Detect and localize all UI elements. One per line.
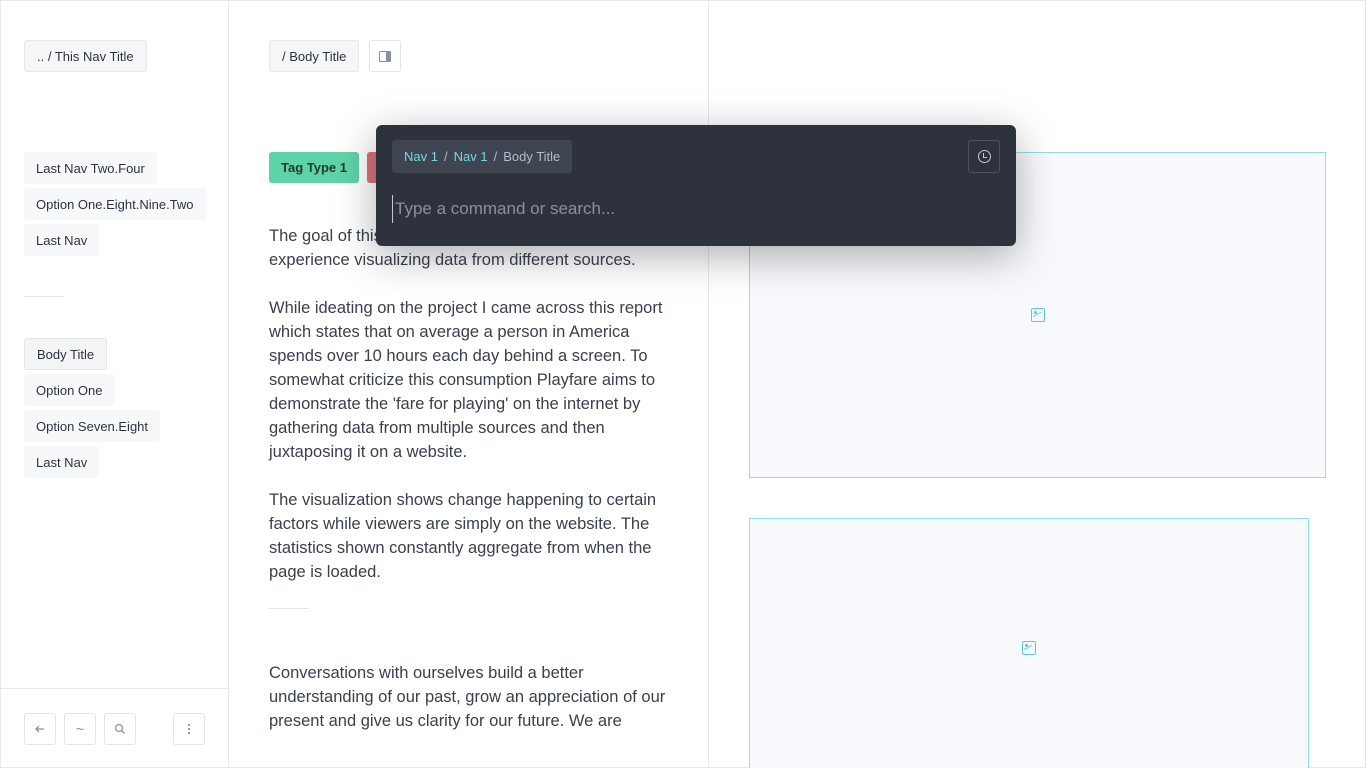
article-paragraph: The visualization shows change happening… — [269, 491, 657, 581]
home-button[interactable]: ~ — [64, 713, 96, 745]
media-panel — [709, 0, 1366, 768]
breadcrumb-link-nav-1[interactable]: Nav 1 — [404, 149, 438, 164]
back-button[interactable] — [24, 713, 56, 745]
tag-type-1[interactable]: Tag Type 1 — [269, 152, 359, 183]
history-icon — [977, 150, 991, 163]
sidebar-footer: ~ — [0, 688, 228, 768]
palette-breadcrumb: Nav 1 / Nav 1 / Body Title — [392, 140, 573, 173]
breadcrumb-current: Body Title — [503, 149, 561, 164]
sidebar-item-body-title[interactable]: Body Title — [24, 338, 108, 370]
breadcrumb-link-nav-1-second[interactable]: Nav 1 — [454, 149, 488, 164]
sidebar-nav-group-1: Last Nav Two.Four Option One.Eight.Nine.… — [24, 152, 206, 256]
body-column: / Body Title Tag Type 1 The goal of this… — [229, 0, 709, 768]
search-button[interactable] — [104, 713, 136, 745]
image-icon — [1030, 308, 1045, 322]
article-paragraph: Conversations with ourselves build a bet… — [269, 664, 666, 730]
sidebar-nav-group-2: Body Title Option One Option Seven.Eight… — [24, 338, 161, 478]
panel-right-icon — [379, 50, 391, 62]
breadcrumb-separator: / — [443, 149, 448, 164]
sidebar: .. / This Nav Title Last Nav Two.Four Op… — [0, 0, 229, 768]
sidebar-item-last-nav-2[interactable]: Last Nav — [24, 446, 100, 478]
arrow-left-icon — [35, 725, 44, 733]
body-title-button[interactable]: / Body Title — [269, 40, 360, 72]
breadcrumb-separator: / — [493, 149, 498, 164]
sidebar-divider — [24, 296, 64, 297]
history-button[interactable] — [968, 140, 1000, 173]
vertical-dots-icon — [187, 723, 191, 735]
panel-toggle-button[interactable] — [369, 40, 401, 72]
tilde-icon: ~ — [75, 721, 85, 737]
sidebar-item-option-one[interactable]: Option One — [24, 374, 115, 406]
command-palette: Nav 1 / Nav 1 / Body Title — [376, 125, 1016, 246]
article-paragraph: While ideating on the project I came acr… — [269, 299, 663, 461]
tag-list: Tag Type 1 — [269, 152, 387, 183]
nav-title-breadcrumb[interactable]: .. / This Nav Title — [24, 40, 147, 72]
command-search-input[interactable] — [392, 195, 992, 223]
article-body: The goal of this project was to create a… — [269, 224, 674, 757]
sidebar-item-last-nav-two-four[interactable]: Last Nav Two.Four — [24, 152, 157, 184]
article-divider — [269, 608, 309, 609]
search-icon — [114, 723, 125, 734]
sidebar-item-last-nav[interactable]: Last Nav — [24, 224, 100, 256]
more-options-button[interactable] — [173, 713, 205, 745]
sidebar-item-option-seven-eight[interactable]: Option Seven.Eight — [24, 410, 161, 442]
image-placeholder-2[interactable] — [749, 518, 1309, 768]
image-icon — [1022, 641, 1036, 655]
sidebar-item-option-one-eight-nine-two[interactable]: Option One.Eight.Nine.Two — [24, 188, 206, 220]
